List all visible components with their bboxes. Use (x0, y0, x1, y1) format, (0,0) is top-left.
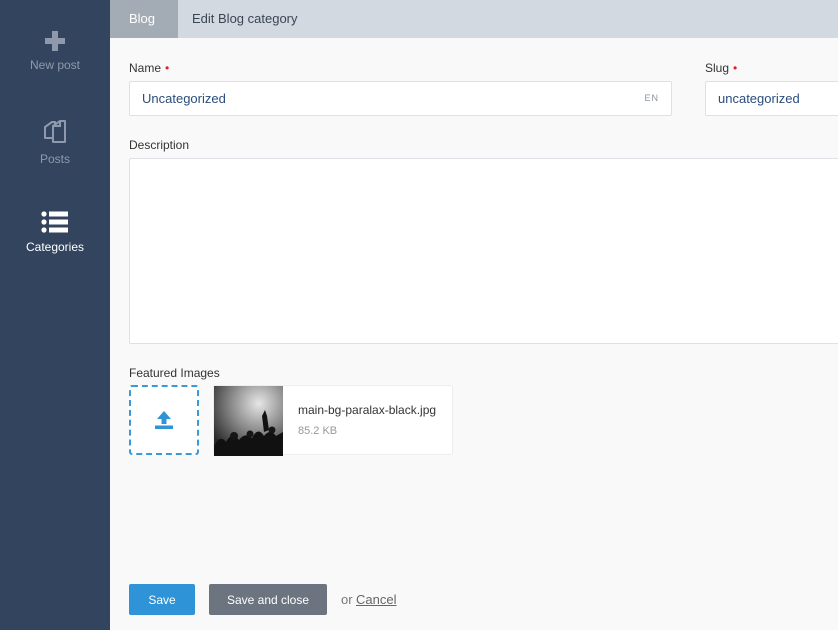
required-marker: • (733, 61, 738, 75)
sidebar: New post Posts Categories (0, 0, 110, 630)
sidebar-item-label: Posts (39, 152, 70, 166)
description-textarea[interactable] (129, 158, 838, 344)
image-file-name: main-bg-paralax-black.jpg (298, 403, 437, 417)
image-thumbnail (214, 386, 283, 456)
breadcrumb: Blog Edit Blog category (110, 0, 838, 38)
slug-input-value: uncategorized (718, 91, 800, 106)
name-input[interactable]: Uncategorized EN (129, 81, 672, 116)
language-tag[interactable]: EN (644, 93, 659, 103)
sidebar-item-label: Categories (25, 240, 85, 254)
sidebar-item-label: New post (29, 58, 81, 72)
cancel-link[interactable]: Cancel (356, 592, 396, 607)
save-and-close-button[interactable]: Save and close (209, 584, 327, 615)
list-icon (41, 211, 68, 233)
name-label: Name • (129, 61, 170, 75)
breadcrumb-current: Edit Blog category (192, 11, 298, 26)
name-input-value: Uncategorized (142, 91, 226, 106)
breadcrumb-parent-label: Blog (129, 11, 156, 26)
plus-icon (45, 31, 65, 51)
required-marker: • (165, 61, 170, 75)
or-text: or (341, 592, 353, 607)
description-label: Description (129, 138, 190, 152)
save-button[interactable]: Save (129, 584, 195, 615)
documents-icon (44, 120, 66, 143)
slug-label: Slug • (705, 61, 738, 75)
sidebar-item-categories[interactable]: Categories (0, 210, 110, 254)
image-file-size: 85.2 KB (298, 425, 338, 437)
featured-images-label: Featured Images (129, 366, 220, 380)
slug-input[interactable]: uncategorized (705, 81, 838, 116)
image-card[interactable]: main-bg-paralax-black.jpg 85.2 KB (213, 385, 453, 456)
upload-icon (155, 411, 173, 429)
upload-image-button[interactable] (129, 385, 199, 455)
breadcrumb-separator-icon (166, 0, 178, 38)
sidebar-item-posts[interactable]: Posts (0, 118, 110, 166)
sidebar-item-new-post[interactable]: New post (0, 30, 110, 72)
